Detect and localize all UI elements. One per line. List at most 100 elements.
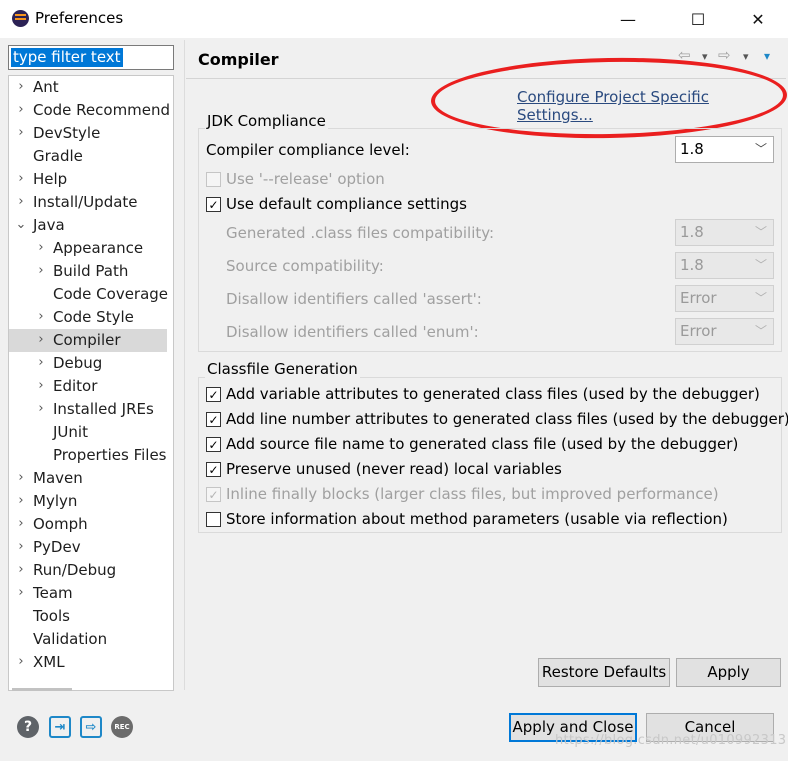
tree-item[interactable]: › Build Path — [9, 260, 167, 283]
tree-item-label: DevStyle — [33, 124, 101, 142]
classfile-generation-title: Classfile Generation — [205, 360, 360, 378]
tree-item[interactable]: Code Coverage — [9, 283, 168, 306]
chevron-right-icon[interactable]: › — [15, 490, 27, 512]
assert-identifier-select[interactable]: Error ﹀ — [675, 285, 774, 312]
chevron-down-icon[interactable]: ⌄ — [15, 214, 27, 236]
chevron-right-icon[interactable]: › — [15, 559, 27, 581]
tree-item-label: Help — [33, 170, 68, 188]
chevron-right-icon[interactable]: › — [35, 260, 47, 282]
tree-item[interactable]: › Run/Debug — [9, 559, 167, 582]
tree-item-label: Code Style — [53, 308, 134, 326]
chevron-right-icon[interactable]: › — [35, 329, 47, 351]
minimize-button[interactable]: — — [605, 0, 651, 38]
tree-item-label: Ant — [33, 78, 59, 96]
forward-arrow-icon[interactable]: ⇨ — [718, 46, 731, 64]
tree-item[interactable]: › Compiler — [9, 329, 167, 352]
tree-item[interactable]: › Mylyn — [9, 490, 167, 513]
enum-identifier-value: Error — [680, 322, 717, 340]
chevron-down-icon: ﹀ — [754, 324, 767, 338]
chevron-right-icon[interactable]: › — [15, 467, 27, 489]
chevron-right-icon[interactable]: › — [15, 99, 27, 121]
tree-item[interactable]: › Code Recommend — [9, 99, 170, 122]
compliance-level-value: 1.8 — [680, 140, 704, 158]
tree-item[interactable]: › XML — [9, 651, 167, 674]
default-compliance-checkbox[interactable]: ✓ — [206, 197, 221, 212]
preference-tree[interactable]: › Ant › Code Recommend › DevStyle Gradle › Help ›… — [8, 75, 174, 691]
chevron-right-icon[interactable]: › — [15, 191, 27, 213]
compliance-level-label: Compiler compliance level: — [206, 141, 410, 159]
tree-item[interactable]: Gradle — [9, 145, 167, 168]
chevron-right-icon[interactable]: › — [35, 375, 47, 397]
enum-identifier-label: Disallow identifiers called 'enum': — [226, 323, 479, 341]
variable-attributes-label: Add variable attributes to generated cla… — [226, 385, 760, 403]
chevron-right-icon[interactable]: › — [15, 168, 27, 190]
tree-item[interactable]: › PyDev — [9, 536, 167, 559]
source-compat-label: Source compatibility: — [226, 257, 384, 275]
close-button[interactable]: ✕ — [735, 0, 781, 38]
tree-item[interactable]: › Editor — [9, 375, 167, 398]
chevron-right-icon[interactable]: › — [15, 536, 27, 558]
line-number-attributes-checkbox[interactable]: ✓ — [206, 412, 221, 427]
source-compat-select[interactable]: 1.8 ﹀ — [675, 252, 774, 279]
chevron-right-icon[interactable]: › — [15, 651, 27, 673]
filter-input[interactable]: type filter text — [8, 45, 174, 70]
assert-identifier-label: Disallow identifiers called 'assert': — [226, 290, 482, 308]
export-icon[interactable]: ⇨ — [80, 716, 102, 738]
tree-item-label: Editor — [53, 377, 98, 395]
tree-item[interactable]: › Install/Update — [9, 191, 167, 214]
line-number-attributes-label: Add line number attributes to generated … — [226, 410, 788, 428]
tree-item[interactable]: JUnit — [9, 421, 167, 444]
view-menu-icon[interactable]: ▾ — [764, 49, 770, 63]
tree-item[interactable]: › Installed JREs — [9, 398, 167, 421]
page-title: Compiler — [198, 50, 279, 69]
tree-item-label: Appearance — [53, 239, 144, 257]
release-option-checkbox[interactable] — [206, 172, 221, 187]
tree-item[interactable]: Properties Files — [9, 444, 167, 467]
tree-item[interactable]: ⌄ Java — [9, 214, 167, 237]
apply-button[interactable]: Apply — [676, 658, 781, 687]
tree-item[interactable]: › Debug — [9, 352, 167, 375]
restore-defaults-button[interactable]: Restore Defaults — [538, 658, 670, 687]
tree-item[interactable]: › Team — [9, 582, 167, 605]
chevron-right-icon[interactable]: › — [35, 398, 47, 420]
maximize-button[interactable]: ☐ — [675, 0, 721, 38]
enum-identifier-select[interactable]: Error ﹀ — [675, 318, 774, 345]
panel-splitter[interactable] — [184, 40, 185, 690]
back-menu-icon[interactable]: ▾ — [702, 50, 708, 63]
chevron-right-icon[interactable]: › — [35, 352, 47, 374]
tree-item-label: Run/Debug — [33, 561, 117, 579]
chevron-right-icon[interactable]: › — [35, 237, 47, 259]
inline-finally-checkbox[interactable]: ✓ — [206, 487, 221, 502]
preserve-unused-checkbox[interactable]: ✓ — [206, 462, 221, 477]
tree-item-label: Installed JREs — [53, 400, 154, 418]
tree-item[interactable]: › Maven — [9, 467, 167, 490]
variable-attributes-checkbox[interactable]: ✓ — [206, 387, 221, 402]
chevron-right-icon[interactable]: › — [15, 76, 27, 98]
source-file-name-label: Add source file name to generated class … — [226, 435, 739, 453]
tree-item-label: Compiler — [53, 331, 121, 349]
source-file-name-checkbox[interactable]: ✓ — [206, 437, 221, 452]
compliance-level-select[interactable]: 1.8 ﹀ — [675, 136, 774, 163]
chevron-right-icon[interactable]: › — [15, 513, 27, 535]
forward-menu-icon[interactable]: ▾ — [743, 50, 749, 63]
tree-item-label: Mylyn — [33, 492, 78, 510]
chevron-right-icon[interactable]: › — [15, 122, 27, 144]
tree-item[interactable]: › DevStyle — [9, 122, 167, 145]
class-compat-select[interactable]: 1.8 ﹀ — [675, 219, 774, 246]
tree-item[interactable]: › Help — [9, 168, 167, 191]
chevron-right-icon[interactable]: › — [15, 582, 27, 604]
record-icon[interactable]: REC — [111, 716, 133, 738]
window-title: Preferences — [35, 9, 124, 27]
tree-item[interactable]: › Ant — [9, 76, 167, 99]
tree-horizontal-scrollbar[interactable] — [12, 688, 72, 691]
tree-item[interactable]: Tools — [9, 605, 167, 628]
tree-item[interactable]: › Oomph — [9, 513, 167, 536]
import-icon[interactable]: ⇥ — [49, 716, 71, 738]
method-parameters-checkbox[interactable] — [206, 512, 221, 527]
help-icon[interactable]: ? — [17, 716, 39, 738]
tree-item[interactable]: Validation — [9, 628, 167, 651]
default-compliance-label: Use default compliance settings — [226, 195, 467, 213]
chevron-right-icon[interactable]: › — [35, 306, 47, 328]
tree-item[interactable]: › Appearance — [9, 237, 167, 260]
tree-item[interactable]: › Code Style — [9, 306, 167, 329]
